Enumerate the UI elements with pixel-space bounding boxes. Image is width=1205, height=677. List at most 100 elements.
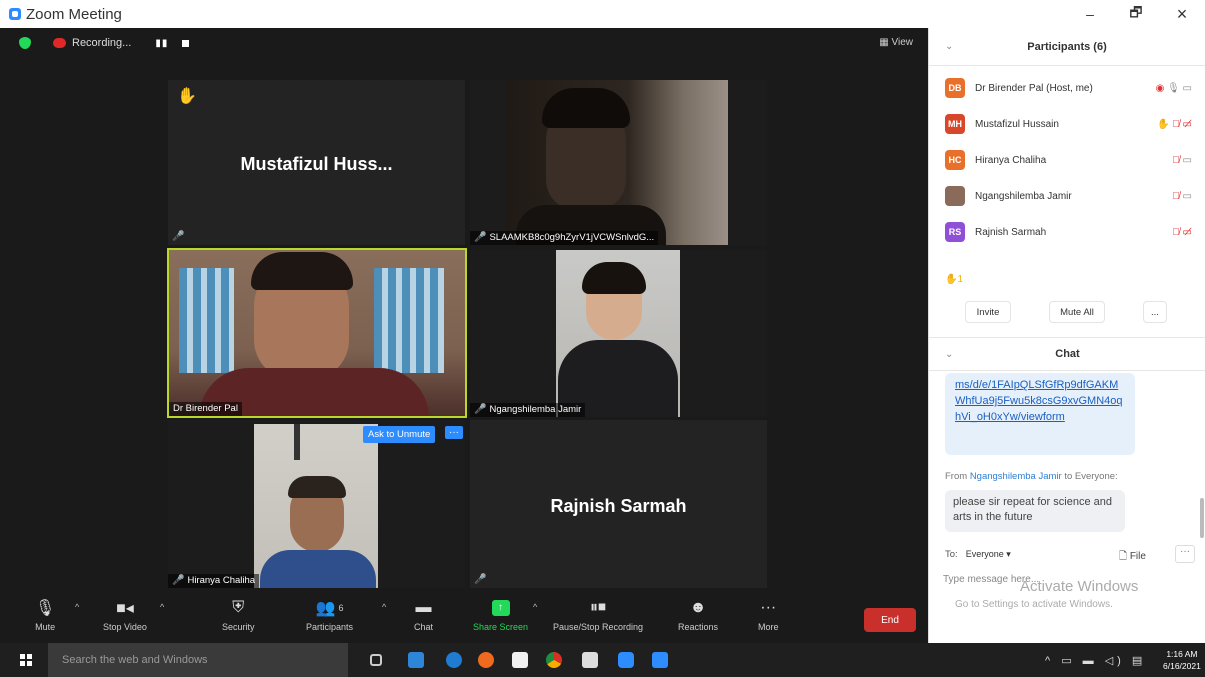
zoom-taskbar-icon[interactable]	[618, 652, 634, 668]
shopping-bag-icon[interactable]	[512, 652, 528, 668]
tile-more-button[interactable]: ···	[445, 426, 463, 439]
meeting-toolbar: 🎙 Mute ^ ■◂ Stop Video ^ ⛨ Security 👥 6 P…	[0, 590, 928, 642]
mic-muted-icon: 🎤	[474, 574, 487, 585]
video-tile-hiranya[interactable]: Ask to Unmute ··· 🎤 Hiranya Chaliha	[168, 420, 465, 588]
participant-row[interactable]: MH Mustafizul Hussain ✋ 🎙̸ ▭̸	[929, 106, 1205, 142]
security-button[interactable]: ⛨ Security	[222, 598, 255, 632]
mute-label: Mute	[35, 622, 56, 632]
ceiling-fan	[294, 424, 300, 460]
share-options-caret[interactable]: ^	[533, 602, 537, 612]
sender-name[interactable]: Ngangshilemba Jamir	[970, 471, 1062, 482]
mic-muted-icon: 🎙̸	[1172, 118, 1180, 130]
participant-name-label: Dr Birender Pal	[169, 402, 242, 416]
mic-muted-icon: 🎙̸	[1172, 154, 1180, 166]
windows-taskbar: Search the web and Windows ^ ▭ ▬ ◁) ▤ 1:…	[0, 643, 1205, 677]
encryption-shield-icon[interactable]	[19, 37, 31, 49]
cloud-recording-icon	[53, 38, 66, 48]
minimize-button[interactable]: –	[1067, 0, 1113, 28]
camera-feed	[556, 250, 680, 417]
shield-icon: ⛨	[232, 599, 245, 616]
participant-row[interactable]: Ngangshilemba Jamir 🎙̸ ▭	[929, 178, 1205, 214]
clock-date: 6/16/2021	[1163, 661, 1201, 671]
chat-message: please sir repeat for science and arts i…	[945, 490, 1125, 532]
participant-row[interactable]: DB Dr Birender Pal (Host, me) ◉ 🎙 ▭	[929, 70, 1205, 106]
mic-muted-icon: 🎤	[474, 232, 487, 243]
stop-video-button[interactable]: ■◂ Stop Video	[103, 598, 147, 632]
chevron-down-icon[interactable]: ⌄	[945, 41, 953, 52]
ask-to-unmute-button[interactable]: Ask to Unmute	[363, 426, 436, 443]
participant-hair	[542, 88, 630, 128]
stop-video-label: Stop Video	[103, 622, 147, 632]
activate-windows-watermark: Activate Windows	[1020, 578, 1139, 595]
participant-status-icons: ◉ 🎙 ▭	[1155, 82, 1192, 94]
raised-hand-icon: ✋	[177, 88, 197, 105]
participant-hair	[251, 252, 353, 290]
camera-feed	[506, 80, 728, 245]
photos-icon[interactable]	[582, 652, 598, 668]
participants-options-caret[interactable]: ^	[382, 602, 386, 612]
more-button[interactable]: ··· More	[758, 598, 779, 632]
file-label: File	[1129, 551, 1146, 562]
activate-windows-subtext: Go to Settings to activate Windows.	[955, 599, 1113, 610]
chrome-icon[interactable]	[546, 652, 562, 668]
chat-link-message[interactable]: ms/d/e/1FAIpQLSfGfRp9dfGAKMWhfUa9j5Fwu5k…	[945, 373, 1135, 455]
participant-list: DB Dr Birender Pal (Host, me) ◉ 🎙 ▭ MH M…	[929, 70, 1205, 250]
participants-title: Participants (6)	[1027, 40, 1107, 53]
taskbar-clock[interactable]: 1:16 AM 6/16/2021	[1163, 648, 1201, 672]
store-icon[interactable]	[408, 652, 424, 668]
participant-row[interactable]: HC Hiranya Chaliha 🎙̸ ▭	[929, 142, 1205, 178]
mute-button[interactable]: 🎙 Mute	[35, 598, 55, 632]
curtain-left	[179, 268, 234, 373]
to-label: To:	[945, 549, 958, 560]
edge-icon[interactable]	[446, 652, 462, 668]
pause-recording-icon[interactable]: ▮▮	[155, 38, 168, 49]
invite-button[interactable]: Invite	[965, 301, 1011, 323]
restore-button[interactable]: 🗗	[1113, 0, 1159, 28]
video-tile-slaamk[interactable]: 🎤 SLAAMKB8c0g9hZyrV1jVCWSnlvdG...	[470, 80, 767, 245]
grid-icon: ▦	[879, 37, 892, 48]
firefox-icon[interactable]	[478, 652, 494, 668]
pause-stop-recording-button[interactable]: ⏸⏹ Pause/Stop Recording	[553, 598, 643, 632]
pause-stop-icon: ⏸⏹	[590, 599, 607, 616]
windows-start-icon[interactable]	[20, 654, 32, 666]
taskbar-search-box[interactable]: Search the web and Windows	[48, 643, 348, 677]
recipient-dropdown[interactable]: Everyone ▾	[966, 549, 1011, 560]
participant-row[interactable]: RS Rajnish Sarmah 🎙̸ ▭̸	[929, 214, 1205, 250]
stop-recording-icon[interactable]	[182, 39, 190, 47]
chat-more-button[interactable]: ···	[1175, 545, 1195, 563]
name-text: Hiranya Chaliha	[187, 575, 256, 586]
video-tile-birender[interactable]: Dr Birender Pal	[167, 248, 467, 418]
zoom-app-icon	[9, 8, 21, 20]
system-tray-icons[interactable]: ^ ▭ ▬ ◁) ▤	[1045, 654, 1146, 667]
chat-title: Chat	[1055, 348, 1080, 360]
recording-icon: ◉	[1155, 82, 1165, 94]
avatar-photo	[945, 186, 965, 206]
app-icon[interactable]	[652, 652, 668, 668]
video-tile-mustafizul[interactable]: ✋ Mustafizul Huss... 🎤	[168, 80, 465, 245]
end-meeting-button[interactable]: End	[864, 608, 916, 632]
close-button[interactable]: ×	[1159, 0, 1205, 28]
participant-status-icons: 🎙̸ ▭	[1172, 154, 1192, 166]
mic-muted-icon: 🎙̸	[1172, 190, 1180, 202]
mute-all-button[interactable]: Mute All	[1049, 301, 1105, 323]
reactions-button[interactable]: ☻ Reactions	[678, 598, 718, 632]
participants-button[interactable]: 👥 6 Participants	[306, 598, 353, 632]
avatar: HC	[945, 150, 965, 170]
participant-hair	[288, 476, 346, 498]
participant-name: Dr Birender Pal (Host, me)	[975, 82, 1093, 94]
participants-more-button[interactable]: ...	[1143, 301, 1167, 323]
participant-name-label: 🎤 Hiranya Chaliha	[168, 574, 260, 588]
chevron-down-icon[interactable]: ⌄	[945, 349, 953, 360]
side-panel: ⌄ Participants (6) DB Dr Birender Pal (H…	[928, 28, 1205, 643]
view-button[interactable]: ▦ View	[879, 37, 913, 48]
share-screen-button[interactable]: ↑ Share Screen	[473, 598, 528, 632]
more-label: More	[758, 622, 779, 632]
audio-options-caret[interactable]: ^	[75, 602, 79, 612]
file-button[interactable]: 🗋 File	[1119, 549, 1146, 566]
video-options-caret[interactable]: ^	[160, 602, 164, 612]
video-tile-rajnish[interactable]: Rajnish Sarmah 🎤	[470, 420, 767, 588]
task-view-icon[interactable]	[370, 654, 382, 666]
video-tile-ngangshilemba[interactable]: 🎤 Ngangshilemba Jamir	[470, 250, 767, 417]
chat-scrollbar[interactable]	[1200, 498, 1204, 538]
chat-button[interactable]: ▬ Chat	[414, 598, 433, 632]
